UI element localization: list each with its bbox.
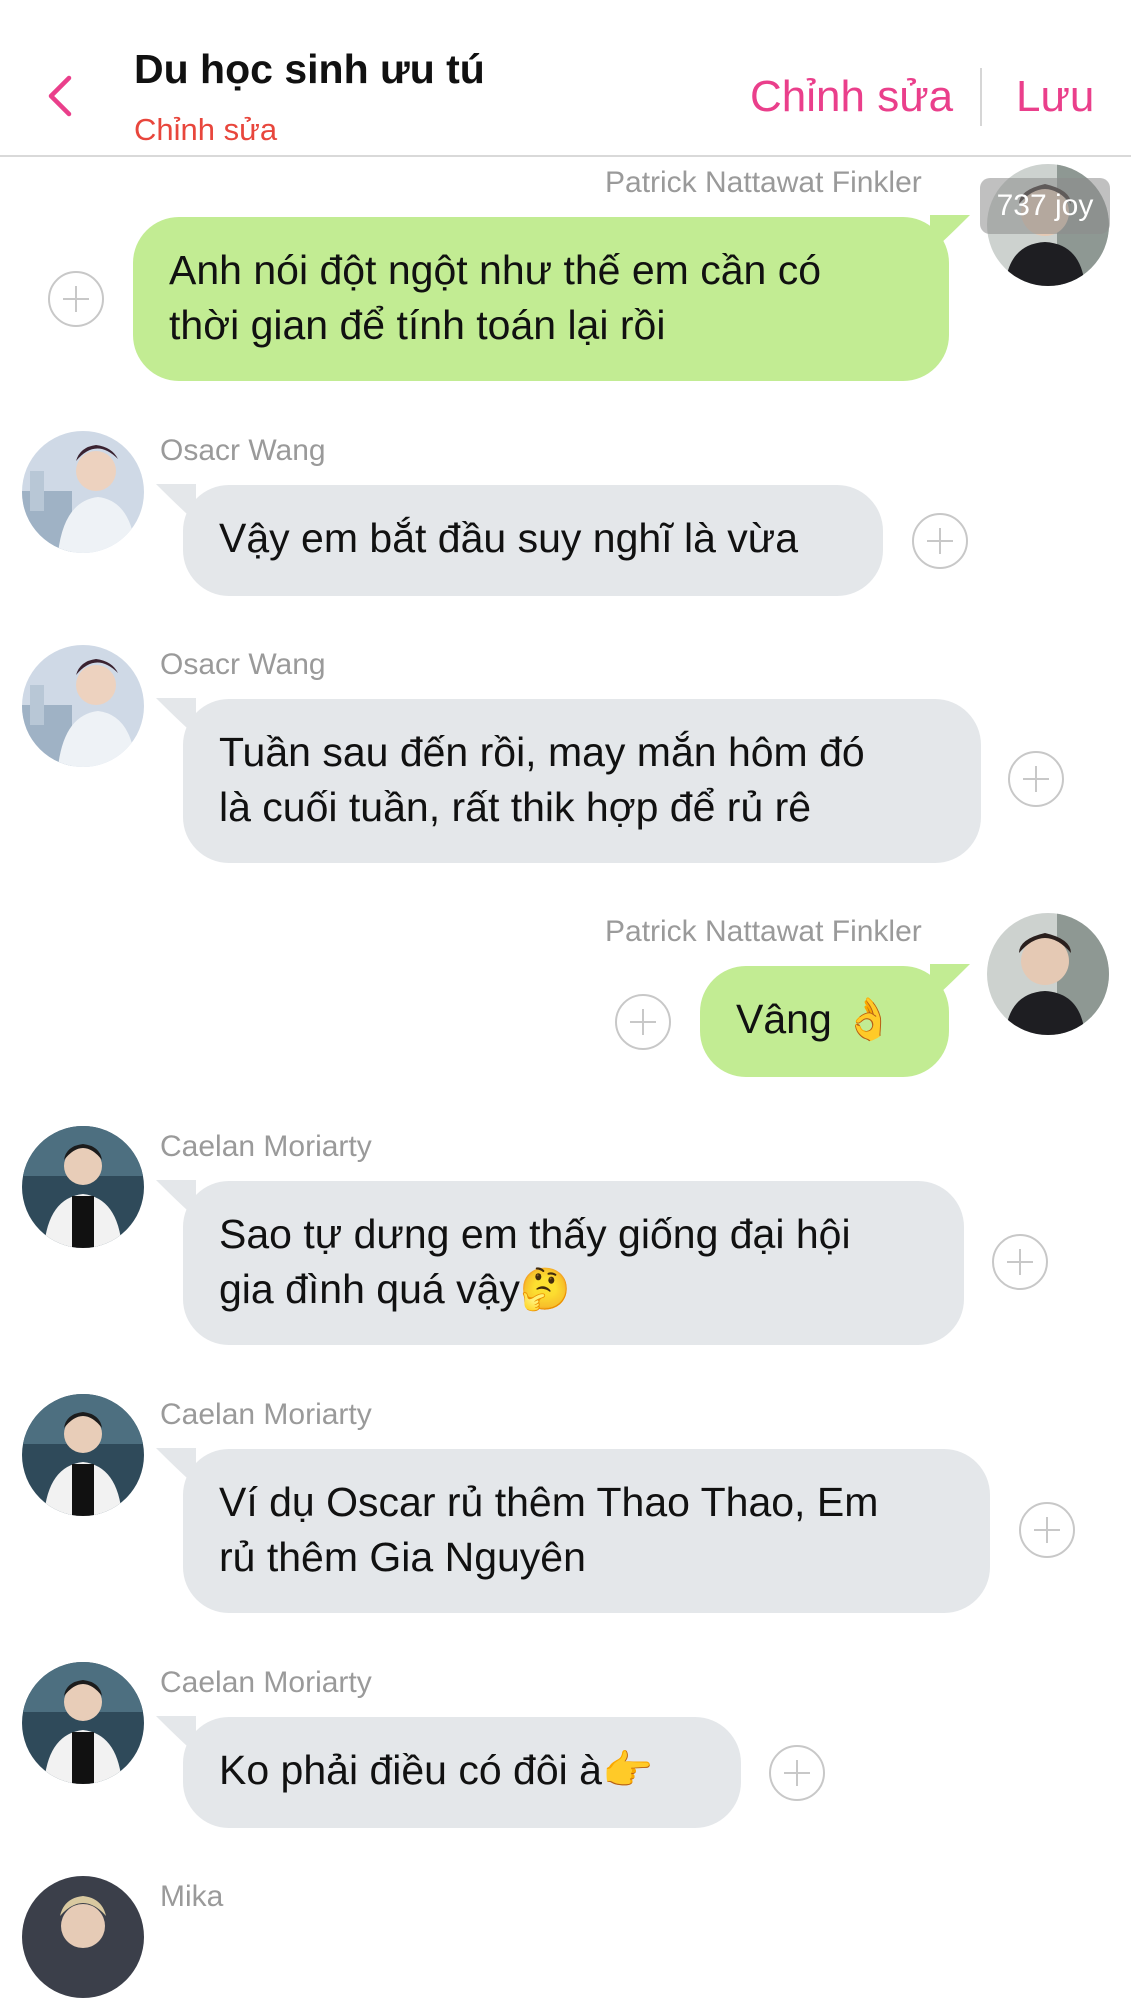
message-bubble[interactable]: Ko phải điều có đôi à👉 (183, 1717, 741, 1828)
edit-button[interactable]: Chỉnh sửa (750, 72, 953, 122)
message-line: thời gian để tính toán lại rồi (169, 302, 666, 348)
avatar[interactable] (22, 645, 144, 767)
save-button[interactable]: Lưu (1016, 72, 1094, 122)
avatar-image (22, 431, 144, 553)
back-button[interactable] (40, 66, 80, 126)
add-reaction-button[interactable] (769, 1745, 825, 1801)
sender-name: Caelan Moriarty (160, 1130, 372, 1163)
message-line: gia đình quá vậy🤔 (219, 1266, 571, 1312)
avatar-image (987, 913, 1109, 1035)
add-reaction-button[interactable] (912, 513, 968, 569)
watermark: 737 joy (980, 178, 1110, 234)
message-bubble[interactable]: Vâng 👌 (700, 966, 949, 1077)
chat-title: Du học sinh ưu tú (134, 46, 485, 92)
message-line: Sao tự dưng em thấy giống đại hội (219, 1211, 851, 1257)
avatar-image (22, 1662, 144, 1784)
add-reaction-button[interactable] (1019, 1502, 1075, 1558)
chat-subtitle: Chỉnh sửa (134, 112, 278, 147)
message-bubble[interactable]: Sao tự dưng em thấy giống đại hội gia đì… (183, 1181, 964, 1345)
sender-name: Caelan Moriarty (160, 1398, 372, 1431)
message-line: Vậy em bắt đầu suy nghĩ là vừa (219, 515, 799, 561)
avatar[interactable] (22, 1126, 144, 1248)
sender-name: Osacr Wang (160, 434, 326, 467)
sender-name: Patrick Nattawat Finkler (605, 915, 922, 948)
avatar[interactable] (22, 431, 144, 553)
add-reaction-button[interactable] (615, 994, 671, 1050)
add-reaction-button[interactable] (48, 271, 104, 327)
sender-name: Mika (160, 1880, 224, 1913)
message-line: rủ thêm Gia Nguyên (219, 1534, 586, 1580)
message-bubble[interactable]: Tuần sau đến rồi, may mắn hôm đó là cuối… (183, 699, 981, 863)
avatar[interactable] (22, 1876, 144, 1998)
header-divider (980, 68, 982, 126)
message-bubble[interactable]: Vậy em bắt đầu suy nghĩ là vừa (183, 485, 883, 596)
avatar-image (22, 1876, 144, 1998)
avatar[interactable] (22, 1662, 144, 1784)
message-line: là cuối tuần, rất thik hợp để rủ rê (219, 784, 812, 830)
avatar-image (22, 1394, 144, 1516)
avatar[interactable] (987, 913, 1109, 1035)
sender-name: Caelan Moriarty (160, 1666, 372, 1699)
message-line: Tuần sau đến rồi, may mắn hôm đó (219, 729, 865, 775)
message-line: Ví dụ Oscar rủ thêm Thao Thao, Em (219, 1479, 879, 1525)
avatar-image (22, 645, 144, 767)
chevron-left-icon (48, 75, 72, 117)
add-reaction-button[interactable] (1008, 751, 1064, 807)
message-bubble[interactable]: Anh nói đột ngột như thế em cần có thời … (133, 217, 949, 381)
message-line: Vâng 👌 (736, 996, 895, 1042)
message-line: Ko phải điều có đôi à👉 (219, 1747, 654, 1793)
avatar[interactable] (22, 1394, 144, 1516)
add-reaction-button[interactable] (992, 1234, 1048, 1290)
chat-header: Du học sinh ưu tú Chỉnh sửa Chỉnh sửa Lư… (0, 0, 1131, 157)
sender-name: Patrick Nattawat Finkler (605, 166, 922, 199)
avatar-image (22, 1126, 144, 1248)
message-bubble[interactable]: Ví dụ Oscar rủ thêm Thao Thao, Em rủ thê… (183, 1449, 990, 1613)
sender-name: Osacr Wang (160, 648, 326, 681)
message-line: Anh nói đột ngột như thế em cần có (169, 247, 821, 293)
